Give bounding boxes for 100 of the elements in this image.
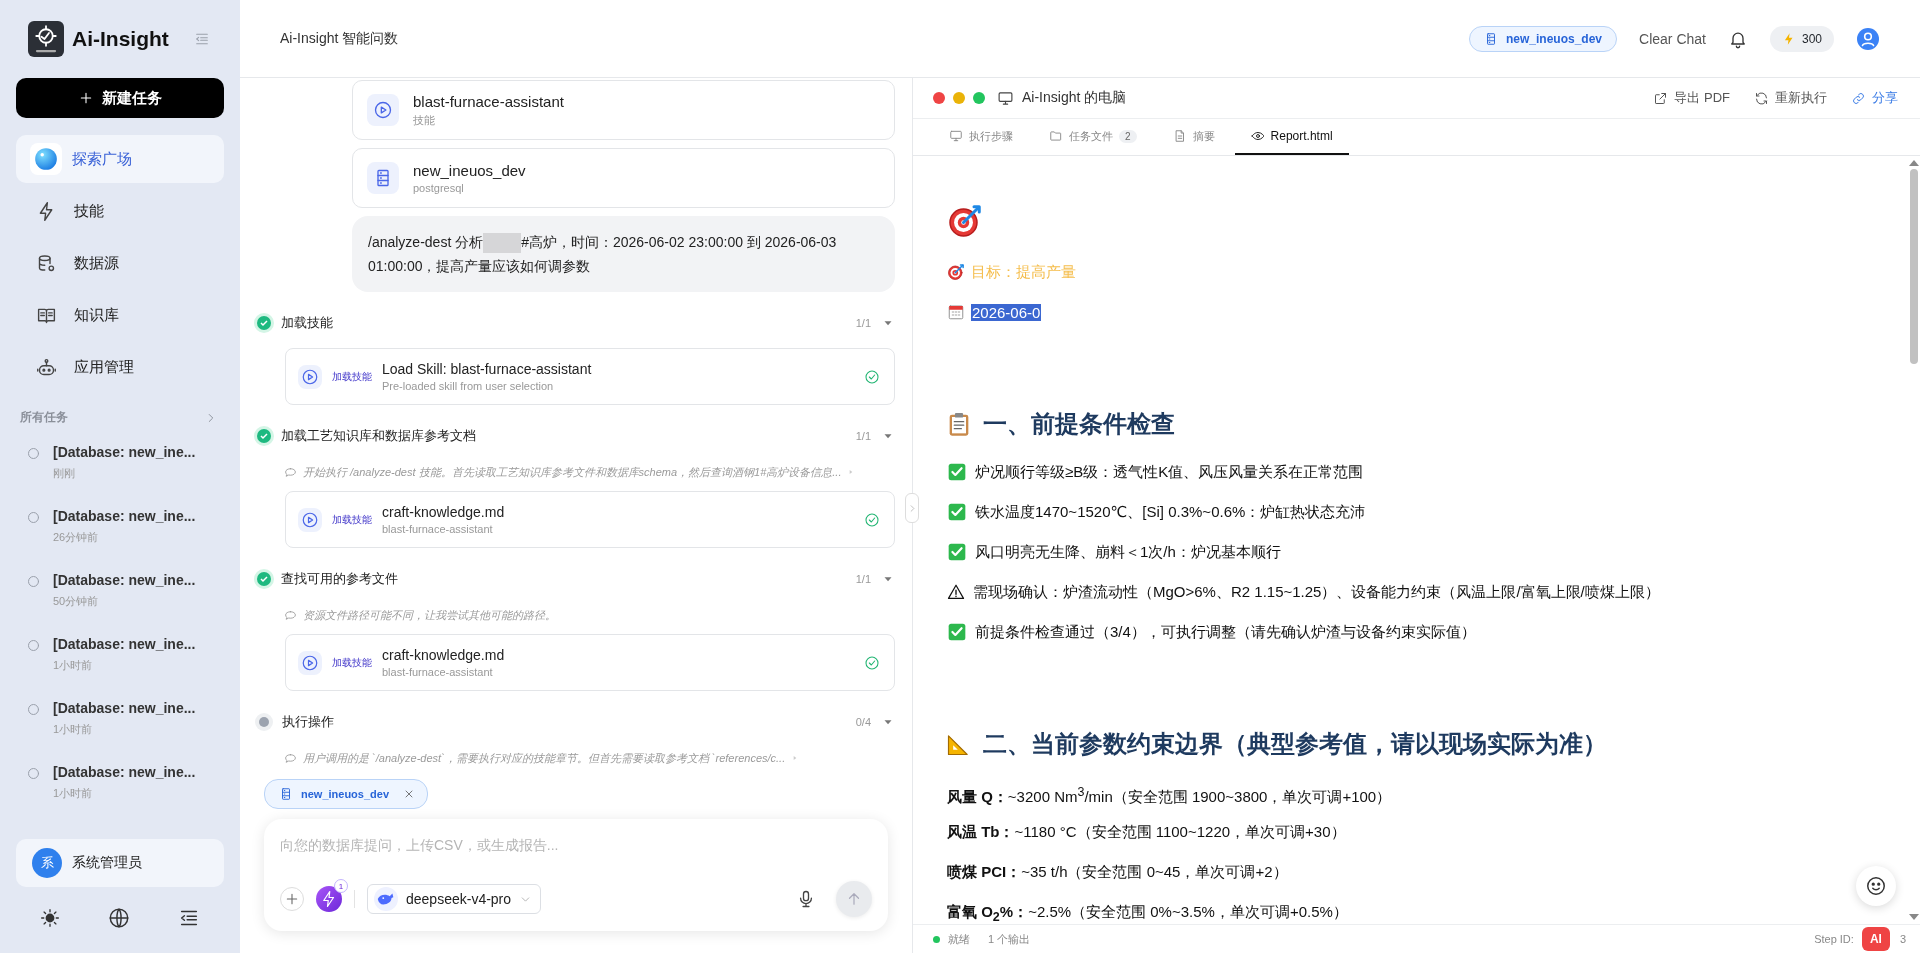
tool-card[interactable]: 加载技能 craft-knowledge.md blast-furnace-assistant [285, 491, 895, 548]
new-task-button[interactable]: 新建任务 [16, 78, 224, 118]
tool-tag: 加载技能 [332, 655, 372, 670]
step-title: 加载技能 [281, 314, 334, 332]
goal-text: 目标：提高产量 [971, 262, 1076, 282]
step-title: 查找可用的参考文件 [281, 570, 399, 588]
play-icon [301, 510, 319, 529]
thought-note: 开始执行 /analyze-dest 技能。首先读取工艺知识库参考文件和数据库schema，然后查询酒钢1#高炉设备信息... [303, 464, 842, 480]
section-heading: 一、前提条件检查 [983, 409, 1175, 439]
circle-icon [26, 510, 41, 525]
warning-icon [947, 583, 965, 601]
credits-badge: 300 [1769, 25, 1834, 52]
tool-tag: 加载技能 [332, 512, 372, 527]
nav-item[interactable]: 技能 [16, 187, 224, 235]
status-text: 就绪 [948, 931, 970, 947]
context-chip[interactable]: new_ineuos_dev [264, 779, 429, 809]
robot-icon [35, 356, 57, 378]
scroll-up-icon[interactable] [1909, 160, 1919, 166]
check-circle-icon [864, 368, 880, 385]
check-item: 铁水温度1470~1520℃、[Si] 0.3%~0.6%：炉缸热状态充沛 [975, 502, 1366, 522]
model-selector[interactable]: deepseek-v4-pro [367, 884, 542, 914]
task-title: [Database: new_ine... [53, 764, 196, 780]
task-item[interactable]: [Database: new_ine... 26分钟前 [16, 500, 224, 564]
tool-subtitle: Pre-loaded skill from user selection [382, 380, 555, 392]
task-time: 1小时前 [53, 786, 94, 801]
task-title: [Database: new_ine... [53, 636, 196, 652]
rerun-button[interactable]: 重新执行 [1754, 89, 1827, 107]
export-button[interactable]: 导出 PDF [1653, 89, 1730, 107]
circle-icon [26, 574, 41, 589]
tool-tag: 加载技能 [332, 369, 372, 384]
tab[interactable]: 摘要 [1156, 119, 1231, 155]
task-item[interactable]: [Database: new_ine... 1小时前 [16, 628, 224, 692]
language-button[interactable] [108, 907, 130, 929]
plus-icon [78, 90, 94, 106]
attachment-title: blast-furnace-assistant [413, 92, 564, 110]
task-item[interactable]: [Database: new_ine... 刚刚 [16, 436, 224, 500]
step-id-label: Step ID: [1814, 933, 1854, 945]
parameter-line: 喷煤 PCI：~35 t/h（安全范围 0~45，单次可调+2） [947, 862, 1289, 882]
output-count: 1 个输出 [988, 931, 1031, 947]
task-title: [Database: new_ine... [53, 444, 196, 460]
profile-button[interactable] [1856, 26, 1880, 51]
user-card[interactable]: 系 系统管理员 [16, 839, 224, 887]
panel-title: Ai-Insight 的电脑 [1022, 89, 1127, 107]
tool-title: Load Skill: blast-furnace-assistant [382, 361, 592, 377]
user-icon [1856, 26, 1880, 51]
tool-card[interactable]: 加载技能 Load Skill: blast-furnace-assistant Pre-loaded skill from user selection [285, 348, 895, 405]
scrollbar-thumb[interactable] [1910, 169, 1918, 364]
thought-note: 资源文件路径可能不同，让我尝试其他可能的路径。 [303, 607, 556, 623]
theme-button[interactable] [40, 908, 60, 928]
link-icon [1851, 90, 1866, 106]
collapse-handle[interactable] [905, 493, 919, 523]
count-badge: 2 [1119, 129, 1137, 143]
clear-chat-button[interactable]: Clear Chat [1639, 30, 1706, 47]
minimize-dot [953, 92, 965, 104]
scroll-down-icon[interactable] [1909, 914, 1919, 920]
check-circle-icon [864, 654, 880, 671]
refresh-icon [1754, 90, 1769, 106]
step-count: 0/4 [855, 716, 871, 728]
globe-icon [108, 907, 130, 929]
datasource-pill[interactable]: new_ineuos_dev [1469, 25, 1618, 52]
check-mark-icon [947, 542, 967, 562]
tool-card[interactable]: 加载技能 craft-knowledge.md blast-furnace-assistant [285, 634, 895, 691]
nav-item[interactable]: 应用管理 [16, 343, 224, 391]
tab[interactable]: 任务文件 2 [1033, 119, 1153, 155]
app-logo-icon [28, 21, 64, 57]
date-text: 2026-06-0 [971, 303, 1042, 321]
nav-item[interactable]: 数据源 [16, 239, 224, 287]
tool-title: craft-knowledge.md [382, 647, 505, 663]
user-message: /analyze-dest 分析 #高炉，时间：2026-06-02 23:00:00 到 2026-06-03 01:00:00，提高产量应该如何调参数 [352, 216, 895, 292]
tab[interactable]: Report.html [1234, 119, 1349, 155]
nav-item[interactable]: 探索广场 [16, 135, 224, 183]
target-icon [947, 263, 965, 281]
database-icon [279, 787, 293, 801]
ai-assistant-button[interactable]: AI [1861, 927, 1890, 951]
share-button[interactable]: 分享 [1851, 89, 1898, 107]
task-item[interactable]: [Database: new_ine... 1小时前 [16, 756, 224, 820]
circle-icon [26, 638, 41, 653]
task-time: 26分钟前 [53, 530, 100, 545]
skills-button[interactable] [316, 886, 342, 912]
parameter-line: 风量 Q：~3200 Nm$^{3}$/min（安全范围 1900~3800，单次可调+100） [947, 784, 1393, 807]
sun-icon [40, 908, 60, 928]
task-item[interactable]: [Database: new_ine... 1小时前 [16, 692, 224, 756]
calendar-icon [947, 303, 965, 321]
close-dot [933, 92, 945, 104]
step-count: 1/1 [855, 430, 871, 442]
feedback-button[interactable] [1856, 866, 1896, 906]
task-title: [Database: new_ine... [53, 700, 196, 716]
database-icon [1484, 31, 1498, 46]
task-title: [Database: new_ine... [53, 508, 196, 524]
attachment-card[interactable]: blast-furnace-assistant 技能 [352, 80, 895, 140]
tab[interactable]: 执行步骤 [933, 119, 1029, 155]
attachment-card[interactable]: new_ineuos_dev postgresql [352, 148, 895, 208]
check-circle-icon [864, 511, 880, 528]
task-item[interactable]: [Database: new_ine... 50分钟前 [16, 564, 224, 628]
tool-subtitle: blast-furnace-assistant [382, 666, 494, 678]
nav-item[interactable]: 知识库 [16, 291, 224, 339]
app-name: Ai-Insight [72, 27, 170, 51]
task-title: [Database: new_ine... [53, 572, 196, 588]
count-badge: 1 [334, 879, 348, 893]
circle-icon [26, 702, 41, 717]
